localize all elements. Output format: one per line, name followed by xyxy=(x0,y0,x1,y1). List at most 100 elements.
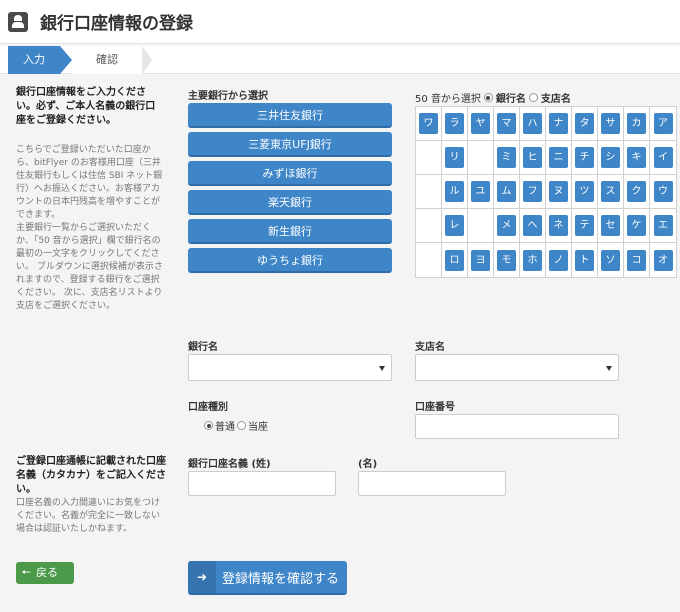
kana-cell: ウ xyxy=(650,175,676,209)
kana-cell xyxy=(468,209,494,243)
kana-mode-branch-radio[interactable] xyxy=(528,93,538,102)
kana-button[interactable]: ハ xyxy=(523,113,542,134)
main-bank-button[interactable]: 三菱東京UFJ銀行 xyxy=(188,132,392,157)
kana-cell: フ xyxy=(520,175,546,209)
kana-cell: オ xyxy=(650,243,676,277)
kana-cell: ナ xyxy=(546,107,572,141)
kana-button[interactable]: ケ xyxy=(627,215,646,236)
main-bank-button[interactable]: みずほ銀行 xyxy=(188,161,392,186)
kana-cell: ソ xyxy=(598,243,624,277)
kana-cell: ヘ xyxy=(520,209,546,243)
kana-button[interactable]: ク xyxy=(627,181,646,202)
bank-guide-title: 銀行口座情報をご入力ください。必ず、ご本人名義の銀行口座をご登録ください。 xyxy=(16,87,156,126)
kana-cell xyxy=(416,175,442,209)
kana-button[interactable]: イ xyxy=(653,147,673,168)
kana-button[interactable]: セ xyxy=(601,215,620,236)
account-number-input[interactable] xyxy=(415,414,619,439)
kana-button[interactable]: タ xyxy=(575,113,594,134)
kana-button[interactable]: シ xyxy=(601,147,620,168)
kana-button[interactable]: オ xyxy=(653,249,673,271)
kana-button[interactable]: ヒ xyxy=(523,147,542,168)
branch-name-label: 支店名 xyxy=(415,342,445,353)
bank-name-select[interactable] xyxy=(188,354,392,381)
kana-button[interactable]: コ xyxy=(627,249,646,271)
kana-button[interactable]: レ xyxy=(445,215,464,236)
kana-cell: ケ xyxy=(624,209,650,243)
kana-cell: ハ xyxy=(520,107,546,141)
kana-grid: ワラヤマハナタサカアリ ミヒニチシキイルユムフヌツスクウレ メヘネテセケエロヨモホノ… xyxy=(415,106,677,278)
kana-button[interactable]: ス xyxy=(601,181,620,202)
confirm-button[interactable]: ➜ 登録情報を確認する xyxy=(188,561,347,595)
kana-button[interactable]: メ xyxy=(497,215,516,236)
kana-button[interactable]: ネ xyxy=(549,215,568,236)
kana-cell: ク xyxy=(624,175,650,209)
main-bank-button[interactable]: 新生銀行 xyxy=(188,219,392,244)
kana-button[interactable]: ロ xyxy=(445,249,464,271)
kana-button[interactable]: マ xyxy=(497,113,516,134)
main-bank-button[interactable]: 三井住友銀行 xyxy=(188,103,392,128)
account-type-ordinary-radio[interactable] xyxy=(204,421,213,430)
main-bank-button[interactable]: 楽天銀行 xyxy=(188,190,392,215)
kana-cell: ユ xyxy=(468,175,494,209)
kana-button[interactable]: サ xyxy=(601,113,620,134)
back-button[interactable]: 🠔 戻る xyxy=(16,562,74,584)
kana-button[interactable]: ア xyxy=(653,113,673,134)
kana-button[interactable]: チ xyxy=(575,147,594,168)
kana-cell: イ xyxy=(650,141,676,175)
kana-button[interactable]: ラ xyxy=(445,113,464,134)
kana-cell: ワ xyxy=(416,107,442,141)
kana-button[interactable]: ヤ xyxy=(471,113,490,134)
kana-button[interactable]: ヨ xyxy=(471,249,490,271)
kana-button[interactable]: ニ xyxy=(549,147,568,168)
kana-cell: マ xyxy=(494,107,520,141)
holder-first-name-input[interactable] xyxy=(358,471,506,496)
kana-button[interactable]: ル xyxy=(445,181,464,202)
kana-cell xyxy=(416,209,442,243)
kana-button[interactable]: ノ xyxy=(549,249,568,271)
step-confirm: 確認 xyxy=(72,46,152,74)
kana-cell xyxy=(416,141,442,175)
kana-button[interactable]: ヌ xyxy=(549,181,568,202)
kana-button[interactable]: ミ xyxy=(497,147,516,168)
kana-button[interactable]: ナ xyxy=(549,113,568,134)
holder-last-name-label: 銀行口座名義 (姓) xyxy=(188,459,271,470)
kana-button[interactable]: ホ xyxy=(523,249,542,271)
kana-button[interactable]: カ xyxy=(627,113,646,134)
kana-cell: サ xyxy=(598,107,624,141)
kana-cell: ス xyxy=(598,175,624,209)
account-type-current-radio[interactable] xyxy=(237,421,246,430)
kana-button[interactable]: ワ xyxy=(419,113,438,134)
kana-cell: ヌ xyxy=(546,175,572,209)
kana-button[interactable]: リ xyxy=(445,147,464,168)
kana-button[interactable]: モ xyxy=(497,249,516,271)
kana-cell: ア xyxy=(650,107,676,141)
kana-button[interactable]: キ xyxy=(627,147,646,168)
kana-button[interactable]: ウ xyxy=(653,181,673,202)
kana-cell: ツ xyxy=(572,175,598,209)
kana-cell xyxy=(416,243,442,277)
holder-guide-title: ご登録口座通帳に記載された口座名義（カタカナ）をご記入ください。 xyxy=(16,456,166,495)
kana-cell: ヤ xyxy=(468,107,494,141)
kana-button[interactable]: ツ xyxy=(575,181,594,202)
kana-button[interactable]: フ xyxy=(523,181,542,202)
kana-button[interactable]: ユ xyxy=(471,181,490,202)
holder-last-name-input[interactable] xyxy=(188,471,336,496)
kana-cell: テ xyxy=(572,209,598,243)
kana-button[interactable]: ト xyxy=(575,249,594,271)
kana-button[interactable]: ソ xyxy=(601,249,620,271)
step-indicator: 入力 確認 xyxy=(0,46,680,74)
account-type-ordinary-label: 普通 xyxy=(215,422,235,433)
page-header: 銀行口座情報の登録 xyxy=(0,0,680,44)
kana-button[interactable]: テ xyxy=(575,215,594,236)
confirm-button-label: 登録情報を確認する xyxy=(222,571,340,587)
branch-name-select[interactable] xyxy=(415,354,619,381)
chevron-down-icon xyxy=(606,366,612,371)
kana-button[interactable]: ム xyxy=(497,181,516,202)
kana-mode-bank-radio[interactable] xyxy=(483,93,493,102)
kana-cell: チ xyxy=(572,141,598,175)
main-bank-button[interactable]: ゆうちょ銀行 xyxy=(188,248,392,273)
account-type-options: 普通 当座 xyxy=(204,418,268,433)
kana-button[interactable]: ヘ xyxy=(523,215,542,236)
bank-icon xyxy=(8,12,28,32)
kana-button[interactable]: エ xyxy=(653,215,673,236)
